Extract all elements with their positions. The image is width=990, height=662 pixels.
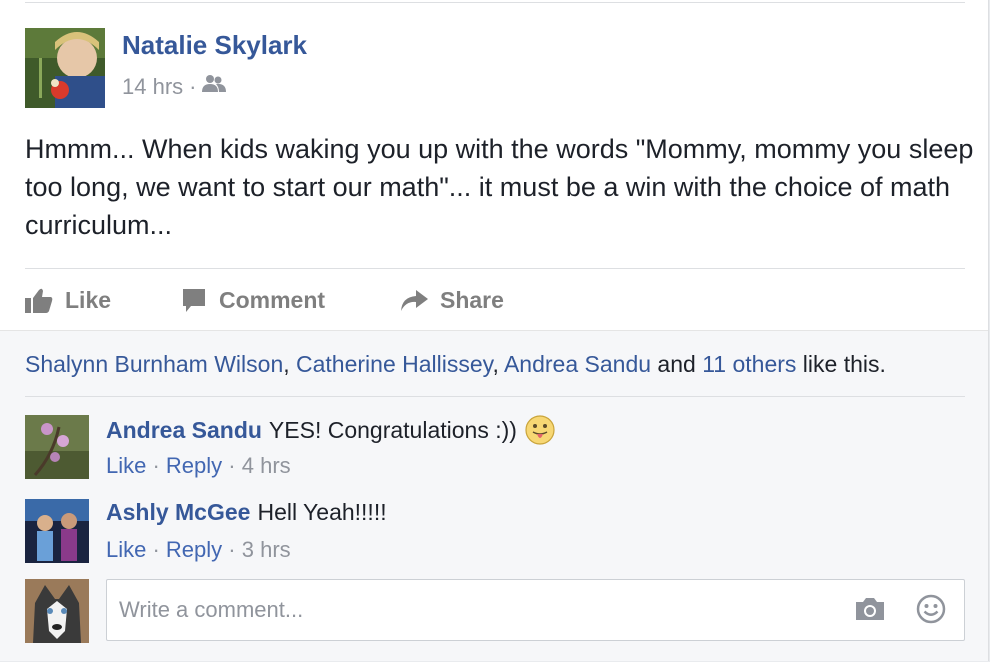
likes-summary: Shalynn Burnham Wilson, Catherine Hallis… bbox=[25, 351, 886, 378]
commenter-avatar[interactable] bbox=[25, 499, 89, 563]
comment-reply-link[interactable]: Reply bbox=[166, 453, 222, 478]
post-meta: 14 hrs · bbox=[122, 74, 227, 100]
thumbs-up-icon bbox=[25, 288, 53, 313]
like-label: Like bbox=[65, 286, 112, 313]
comment-item: Ashly McGee Hell Yeah!!!!! Like · Reply … bbox=[25, 499, 965, 569]
likes-comma: , bbox=[492, 351, 504, 377]
meta-separator: · bbox=[146, 537, 166, 562]
post-body: Hmmm... When kids waking you up with the… bbox=[25, 134, 974, 240]
comment-button[interactable]: Comment bbox=[181, 287, 400, 314]
comment-like-link[interactable]: Like bbox=[106, 537, 146, 562]
comment-timestamp[interactable]: 3 hrs bbox=[242, 537, 291, 562]
liker-link[interactable]: Catherine Hallissey bbox=[296, 351, 492, 377]
comment-bubble-icon bbox=[183, 289, 205, 312]
post-author-name[interactable]: Natalie Skylark bbox=[122, 30, 307, 61]
divider bbox=[25, 2, 965, 3]
share-label: Share bbox=[440, 286, 504, 313]
post-action-bar: Like Comment Share bbox=[25, 282, 504, 318]
divider bbox=[25, 268, 965, 269]
comment-line: Andrea Sandu YES! Congratulations :)) bbox=[106, 415, 555, 445]
divider bbox=[25, 396, 965, 397]
liker-link[interactable]: Andrea Sandu bbox=[504, 351, 651, 377]
likes-comma: , bbox=[283, 351, 297, 377]
comment-input-box[interactable] bbox=[106, 579, 965, 641]
post-card: Natalie Skylark 14 hrs · Hmmm... When ki… bbox=[0, 0, 989, 661]
friends-icon[interactable] bbox=[202, 74, 227, 100]
current-user-avatar[interactable] bbox=[25, 579, 89, 643]
comment-label: Comment bbox=[219, 286, 326, 313]
likes-and: and bbox=[651, 351, 703, 377]
comment-reply-link[interactable]: Reply bbox=[166, 537, 222, 562]
comment-composer bbox=[25, 579, 965, 643]
comment-text: Hell Yeah!!!!! bbox=[257, 499, 387, 525]
others-link[interactable]: 11 others bbox=[702, 351, 796, 377]
like-button[interactable]: Like bbox=[25, 287, 181, 314]
commenter-avatar[interactable] bbox=[25, 415, 89, 479]
share-arrow-icon bbox=[401, 290, 428, 311]
meta-separator: · bbox=[189, 74, 197, 99]
author-avatar[interactable] bbox=[25, 28, 105, 108]
share-button[interactable]: Share bbox=[400, 287, 504, 314]
comment-timestamp[interactable]: 4 hrs bbox=[242, 453, 291, 478]
commenter-name[interactable]: Ashly McGee bbox=[106, 499, 250, 526]
post-timestamp[interactable]: 14 hrs bbox=[122, 74, 183, 100]
comment-actions: Like · Reply · 4 hrs bbox=[106, 453, 291, 479]
meta-separator: · bbox=[222, 453, 242, 478]
likes-suffix: like this. bbox=[796, 351, 886, 377]
comment-like-link[interactable]: Like bbox=[106, 453, 146, 478]
smiley-icon[interactable] bbox=[916, 594, 946, 629]
commenter-name[interactable]: Andrea Sandu bbox=[106, 417, 262, 444]
comment-input[interactable] bbox=[117, 588, 821, 632]
comment-actions: Like · Reply · 3 hrs bbox=[106, 537, 291, 563]
meta-separator: · bbox=[146, 453, 166, 478]
meta-separator: · bbox=[222, 537, 242, 562]
comment-text: YES! Congratulations :)) bbox=[268, 416, 517, 443]
liker-link[interactable]: Shalynn Burnham Wilson bbox=[25, 351, 283, 377]
feedback-section: Shalynn Burnham Wilson, Catherine Hallis… bbox=[0, 330, 988, 661]
camera-icon[interactable] bbox=[854, 596, 886, 627]
comment-item: Andrea Sandu YES! Congratulations :)) Li… bbox=[25, 415, 965, 485]
tongue-emoji-icon bbox=[525, 415, 555, 445]
comment-line: Ashly McGee Hell Yeah!!!!! bbox=[106, 499, 387, 526]
